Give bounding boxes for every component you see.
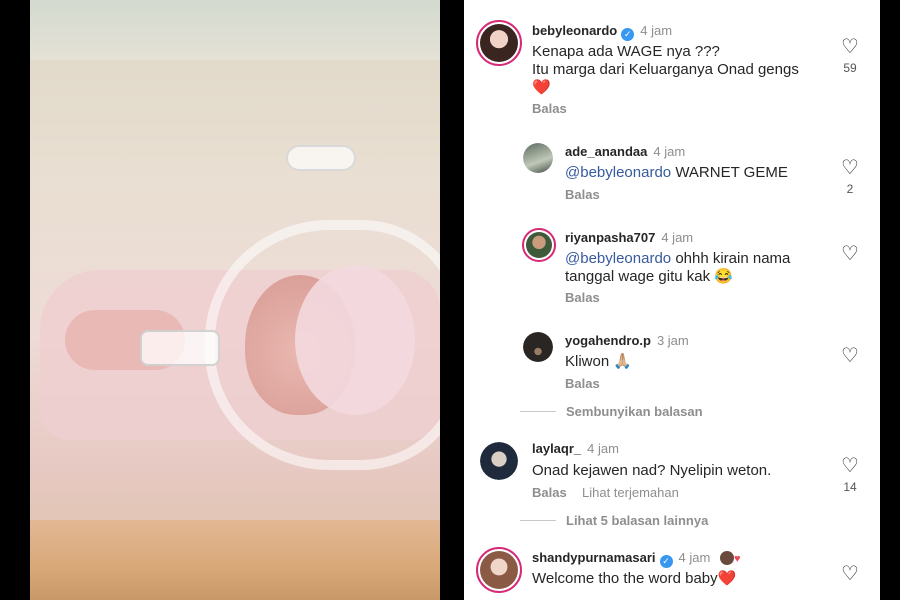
heart-outline-icon[interactable]: ♡	[835, 456, 865, 476]
reply-time: 4 jam	[661, 230, 694, 245]
reply-username[interactable]: ade_anandaa	[565, 144, 647, 159]
reply-button[interactable]: Balas	[565, 187, 600, 202]
comment-time: 4 jam	[587, 441, 619, 456]
creator-liked-icon	[719, 551, 734, 565]
view-more-replies-label[interactable]: Lihat 5 balasan lainnya	[566, 513, 708, 528]
like-button[interactable]: ♡ 14	[835, 456, 865, 494]
translate-button[interactable]: Lihat terjemahan	[582, 485, 679, 500]
like-button[interactable]: ♡ 59	[835, 37, 865, 75]
like-button[interactable]: ♡	[835, 564, 865, 584]
incubator-knob	[286, 145, 356, 171]
comment-text: Kenapa ada WAGE nya ??? Itu marga dari K…	[532, 43, 799, 97]
reply-text-body: ohhh kirain nama	[675, 250, 791, 267]
avatar[interactable]	[523, 143, 553, 173]
comment-time: 4 jam	[678, 550, 711, 565]
heart-outline-icon[interactable]: ♡	[835, 37, 865, 57]
like-button[interactable]: ♡	[835, 346, 865, 366]
reply-text: @bebyleonardo WARNET GEME	[565, 164, 788, 182]
thread-divider	[520, 411, 556, 412]
left-letterbox	[0, 0, 30, 600]
like-count: 59	[843, 61, 857, 75]
comment-text-line: Itu marga dari Keluarganya Onad gengs	[532, 61, 799, 78]
comment-header: laylaqr_ 4 jam	[532, 441, 619, 456]
middle-letterbox	[440, 0, 464, 600]
incubator-porthole	[205, 220, 440, 470]
reply-header: riyanpasha707 4 jam	[565, 230, 693, 245]
reply-time: 4 jam	[653, 144, 686, 159]
verified-badge-icon: ✓	[621, 28, 635, 41]
reply-username[interactable]: yogahendro.p	[565, 333, 651, 348]
heart-outline-icon[interactable]: ♡	[835, 564, 865, 584]
right-letterbox	[880, 0, 900, 600]
avatar[interactable]	[476, 547, 522, 593]
red-heart-emoji: ❤️	[532, 79, 551, 96]
reply-button[interactable]: Balas	[565, 290, 600, 305]
hide-replies-label[interactable]: Sembunyikan balasan	[566, 404, 703, 419]
reply-text-line: tanggal wage gitu kak 😂	[565, 268, 733, 285]
reply-text: Kliwon 🙏🏼	[565, 353, 633, 370]
hide-replies-button[interactable]: Sembunyikan balasan	[520, 404, 703, 419]
heart-filled-icon: ♥	[733, 553, 741, 565]
reply-header: ade_anandaa 4 jam	[565, 144, 685, 159]
comment-text: Welcome tho the word baby❤️	[532, 570, 737, 587]
like-count: 2	[846, 182, 854, 196]
incubator-lid	[30, 0, 440, 60]
comment-time: 4 jam	[640, 23, 673, 38]
like-button[interactable]: ♡ 2	[835, 158, 865, 196]
heart-outline-icon[interactable]: ♡	[835, 346, 865, 366]
reply-button[interactable]: Balas	[565, 376, 600, 391]
reply-button[interactable]: Balas	[532, 485, 567, 500]
reply-text-body: WARNET GEME	[675, 164, 788, 181]
reply-button[interactable]: Balas	[532, 101, 567, 116]
comment-username[interactable]: shandypurnamasari	[532, 550, 656, 565]
avatar[interactable]	[476, 20, 522, 66]
porthole-latch	[140, 330, 220, 366]
comment-text-line: Kenapa ada WAGE nya ???	[532, 43, 720, 60]
comment-text: Onad kejawen nad? Nyelipin weton.	[532, 462, 772, 479]
avatar[interactable]	[523, 332, 553, 362]
post-photo[interactable]	[30, 0, 440, 600]
view-more-replies-button[interactable]: Lihat 5 balasan lainnya	[520, 513, 708, 528]
avatar[interactable]	[522, 228, 556, 262]
incubator-base	[30, 520, 440, 600]
comments-panel: bebyleonardo ✓ 4 jam Kenapa ada WAGE nya ?…	[464, 0, 880, 600]
comment-header: shandypurnamasari ✓ 4 jam ♥	[532, 550, 741, 568]
comment-header: bebyleonardo ✓ 4 jam	[532, 23, 672, 41]
heart-outline-icon[interactable]: ♡	[835, 158, 865, 178]
reply-time: 3 jam	[656, 333, 689, 348]
thread-divider	[520, 520, 556, 521]
mention-link[interactable]: @bebyleonardo	[565, 250, 671, 267]
reply-header: yogahendro.p 3 jam	[565, 333, 689, 348]
verified-badge-icon: ✓	[659, 555, 673, 568]
reply-username[interactable]: riyanpasha707	[565, 230, 655, 245]
reply-text: @bebyleonardo ohhh kirain nama tanggal w…	[565, 250, 790, 286]
like-count: 14	[843, 480, 857, 494]
heart-outline-icon[interactable]: ♡	[835, 244, 865, 264]
like-button[interactable]: ♡	[835, 244, 865, 264]
comment-username[interactable]: bebyleonardo	[532, 23, 617, 38]
avatar[interactable]	[480, 442, 518, 480]
comment-username[interactable]: laylaqr_	[532, 441, 581, 456]
mention-link[interactable]: @bebyleonardo	[565, 164, 671, 181]
